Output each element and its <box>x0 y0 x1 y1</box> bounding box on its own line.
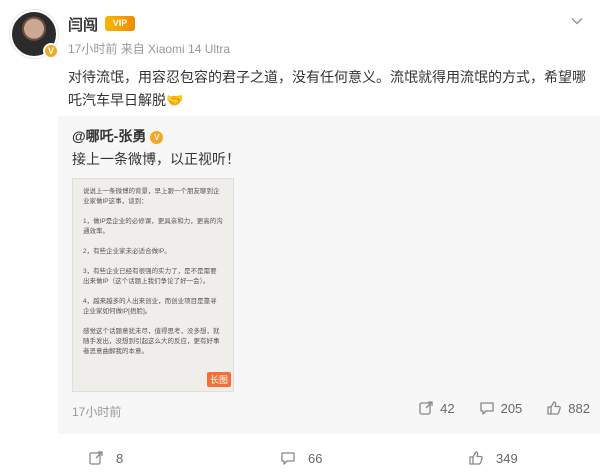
long-image-text: 说说上一条微博的背景，早上跟一个朋友聊到企业家做IP这事，谈到： 1，做IP是企… <box>83 188 223 355</box>
thumbs-up-icon <box>468 450 484 466</box>
chevron-down-icon[interactable] <box>570 14 584 28</box>
repost-icon <box>88 450 104 466</box>
original-like-button[interactable]: 882 <box>546 400 590 416</box>
post-actions: 8 66 349 <box>58 448 600 470</box>
like-button[interactable]: 349 <box>468 450 518 466</box>
verified-badge-icon: V <box>150 131 164 144</box>
repost-count: 8 <box>116 450 124 466</box>
original-comment-button[interactable]: 205 <box>479 400 523 416</box>
username[interactable]: 闫闯 <box>68 14 98 35</box>
original-author-name[interactable]: @哪吒-张勇 <box>72 128 146 144</box>
post-text: 对待流氓，用容忍包容的君子之道，没有任何意义。流氓就得用流氓的方式，希望哪吒汽车… <box>68 69 586 108</box>
original-repost-button[interactable]: 42 <box>418 400 455 416</box>
repost-icon <box>418 400 434 416</box>
post-time[interactable]: 17小时前 <box>68 42 117 56</box>
verified-badge-icon: V <box>43 43 59 59</box>
original-author[interactable]: @哪吒-张勇 V <box>72 126 164 146</box>
post-header: V 闫闯 VIP 17小时前 来自 Xiaomi 14 Ultra <box>10 8 590 59</box>
original-comment-count: 205 <box>500 400 523 416</box>
original-like-count: 882 <box>568 400 590 416</box>
repost-button[interactable]: 8 <box>88 450 123 466</box>
thumbs-up-icon <box>546 400 562 416</box>
long-image-tag: 长图 <box>206 372 231 387</box>
original-post-actions: 42 205 882 <box>394 400 590 416</box>
comment-count: 66 <box>308 450 323 466</box>
vip-badge[interactable]: VIP <box>105 16 135 31</box>
comment-icon <box>479 400 495 416</box>
post-source: 来自 Xiaomi 14 Ultra <box>120 42 231 56</box>
like-count: 349 <box>496 450 518 466</box>
original-post-time[interactable]: 17小时前 <box>72 403 121 420</box>
original-post-text: 接上一条微博，以正视听！ <box>72 151 240 167</box>
comment-button[interactable]: 66 <box>280 450 322 466</box>
comment-icon <box>280 450 296 466</box>
post-meta: 17小时前 来自 Xiaomi 14 Ultra <box>68 40 230 57</box>
original-repost-count: 42 <box>440 400 455 416</box>
repost-card[interactable]: @哪吒-张勇 V 接上一条微博，以正视听！ 说说上一条微博的背景，早上跟一个朋友聊… <box>58 116 600 434</box>
long-image[interactable]: 说说上一条微博的背景，早上跟一个朋友聊到企业家做IP这事，谈到： 1，做IP是企… <box>72 178 234 392</box>
